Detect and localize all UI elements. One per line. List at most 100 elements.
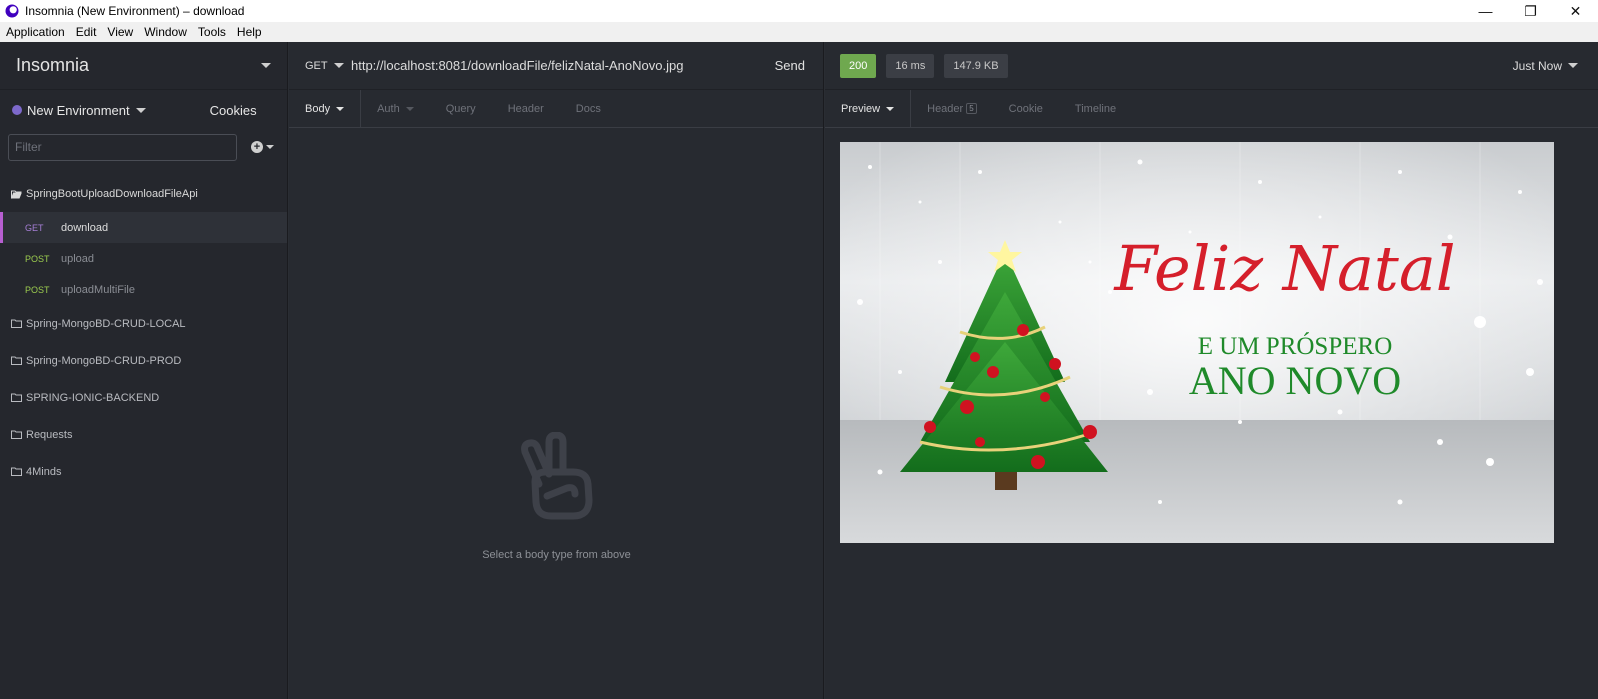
title-bar: Insomnia (New Environment) – download — … bbox=[0, 0, 1598, 22]
status-badge: 200 bbox=[840, 53, 877, 78]
url-bar: GET http://localhost:8081/downloadFile/f… bbox=[289, 42, 823, 90]
method-selector[interactable]: GET bbox=[289, 60, 351, 72]
tab-cookie[interactable]: Cookie bbox=[993, 90, 1059, 127]
empty-body-state: Select a body type from above bbox=[289, 431, 824, 561]
request-item-download[interactable]: GET download bbox=[0, 212, 287, 243]
folder-icon bbox=[11, 430, 22, 439]
request-tabs: Body Auth Query Header Docs bbox=[289, 90, 823, 128]
empty-body-hint: Select a body type from above bbox=[482, 549, 631, 561]
request-item-upload[interactable]: POST upload bbox=[0, 243, 287, 274]
filter-row: + bbox=[0, 130, 287, 164]
url-input[interactable]: http://localhost:8081/downloadFile/feliz… bbox=[351, 58, 775, 73]
method-label: GET bbox=[25, 222, 44, 233]
request-label: upload bbox=[61, 252, 95, 265]
cookies-button[interactable]: Cookies bbox=[210, 103, 257, 118]
tab-docs[interactable]: Docs bbox=[560, 90, 617, 127]
method-label: POST bbox=[25, 284, 50, 295]
menu-view[interactable]: View bbox=[101, 25, 138, 39]
workspace-selector[interactable]: Insomnia bbox=[0, 42, 287, 90]
request-pane: GET http://localhost:8081/downloadFile/f… bbox=[289, 42, 824, 699]
folder-item[interactable]: Requests bbox=[0, 416, 287, 453]
response-size-badge: 147.9 KB bbox=[944, 53, 1008, 78]
request-item-upload-multi-file[interactable]: POST uploadMultiFile bbox=[0, 274, 287, 305]
menu-help[interactable]: Help bbox=[231, 25, 267, 39]
plus-circle-icon: + bbox=[251, 141, 263, 153]
request-label: uploadMultiFile bbox=[61, 283, 135, 296]
folder-label: Requests bbox=[26, 428, 73, 441]
tab-preview[interactable]: Preview bbox=[825, 90, 912, 127]
greeting-year-line: ANO NOVO bbox=[1189, 358, 1401, 403]
menu-application[interactable]: Application bbox=[0, 25, 70, 39]
folder-icon bbox=[11, 393, 22, 402]
method-label: POST bbox=[25, 253, 50, 264]
tab-label: Header bbox=[507, 102, 544, 115]
environment-color-icon bbox=[12, 105, 22, 115]
folder-item[interactable]: SPRING-IONIC-BACKEND bbox=[0, 379, 287, 416]
folder-icon bbox=[11, 467, 22, 476]
tab-query[interactable]: Query bbox=[430, 90, 492, 127]
folder-icon bbox=[11, 356, 22, 365]
folder-item-open[interactable]: SpringBootUploadDownloadFileApi bbox=[0, 176, 287, 212]
request-label: download bbox=[61, 221, 109, 234]
insomnia-logo-icon bbox=[5, 4, 19, 18]
tab-auth[interactable]: Auth bbox=[361, 90, 430, 127]
response-time-badge: 16 ms bbox=[886, 53, 935, 78]
chevron-down-icon bbox=[261, 63, 271, 68]
window-title: Insomnia (New Environment) – download bbox=[25, 4, 245, 18]
workspace-name: Insomnia bbox=[16, 55, 90, 75]
folder-icon bbox=[11, 319, 22, 328]
add-request-button[interactable]: + bbox=[251, 141, 274, 153]
tab-body[interactable]: Body bbox=[289, 90, 362, 127]
chevron-down-icon bbox=[886, 106, 895, 111]
menu-window[interactable]: Window bbox=[138, 25, 192, 39]
peace-hand-icon bbox=[520, 431, 592, 520]
history-label: Just Now bbox=[1512, 58, 1562, 73]
response-history-selector[interactable]: Just Now bbox=[1513, 59, 1598, 73]
filter-input[interactable] bbox=[8, 133, 237, 161]
chevron-down-icon bbox=[1568, 63, 1578, 68]
greeting-title: Feliz Natal bbox=[1113, 232, 1455, 305]
folder-label: SPRING-IONIC-BACKEND bbox=[26, 391, 160, 404]
tab-header[interactable]: Header bbox=[492, 90, 560, 127]
environment-selector[interactable]: New Environment bbox=[27, 103, 130, 118]
greeting-subtitle: E UM PRÓSPERO bbox=[1198, 332, 1393, 360]
tab-label: Timeline bbox=[1074, 102, 1117, 115]
folder-label: Spring-MongoBD-CRUD-PROD bbox=[26, 354, 182, 367]
response-tabs: Preview Header 5 Cookie Timeline bbox=[825, 90, 1598, 128]
tab-timeline[interactable]: Timeline bbox=[1059, 90, 1132, 127]
folder-item[interactable]: Spring-MongoBD-CRUD-LOCAL bbox=[0, 305, 287, 342]
folder-label: Spring-MongoBD-CRUD-LOCAL bbox=[26, 317, 186, 330]
menu-edit[interactable]: Edit bbox=[70, 25, 102, 39]
send-button[interactable]: Send bbox=[775, 58, 823, 73]
tab-label: Body bbox=[305, 102, 331, 115]
folder-item[interactable]: Spring-MongoBD-CRUD-PROD bbox=[0, 342, 287, 379]
folder-label: 4Minds bbox=[26, 465, 62, 478]
menu-bar: Application Edit View Window Tools Help bbox=[0, 22, 1598, 42]
sidebar: Insomnia New Environment Cookies + Sprin… bbox=[0, 42, 288, 699]
chevron-down-icon bbox=[333, 63, 344, 68]
chevron-down-icon bbox=[405, 106, 414, 111]
tab-response-header[interactable]: Header 5 bbox=[911, 90, 993, 127]
chevron-down-icon bbox=[336, 106, 345, 111]
close-button[interactable]: ✕ bbox=[1553, 0, 1598, 22]
tab-label: Docs bbox=[575, 102, 601, 115]
header-count-badge: 5 bbox=[966, 103, 977, 114]
tab-label: Preview bbox=[841, 102, 881, 115]
restore-button[interactable]: ❐ bbox=[1508, 0, 1553, 22]
folder-label: SpringBootUploadDownloadFileApi bbox=[26, 188, 198, 200]
chevron-down-icon bbox=[135, 107, 146, 113]
folder-open-icon bbox=[11, 190, 22, 199]
folder-item[interactable]: 4Minds bbox=[0, 453, 287, 490]
tab-label: Header bbox=[927, 102, 964, 115]
response-image-preview: Feliz Natal E UM PRÓSPERO ANO NOVO bbox=[840, 142, 1554, 543]
minimize-button[interactable]: — bbox=[1463, 0, 1508, 22]
response-meta-bar: 200 16 ms 147.9 KB Just Now bbox=[825, 42, 1598, 90]
tab-label: Auth bbox=[377, 102, 400, 115]
menu-tools[interactable]: Tools bbox=[192, 25, 231, 39]
request-tree: SpringBootUploadDownloadFileApi GET down… bbox=[0, 164, 287, 490]
response-pane: 200 16 ms 147.9 KB Just Now Preview Head… bbox=[825, 42, 1598, 699]
method-label: GET bbox=[305, 59, 328, 72]
tab-label: Cookie bbox=[1008, 102, 1043, 115]
chevron-down-icon bbox=[266, 145, 274, 149]
tab-label: Query bbox=[445, 102, 476, 115]
